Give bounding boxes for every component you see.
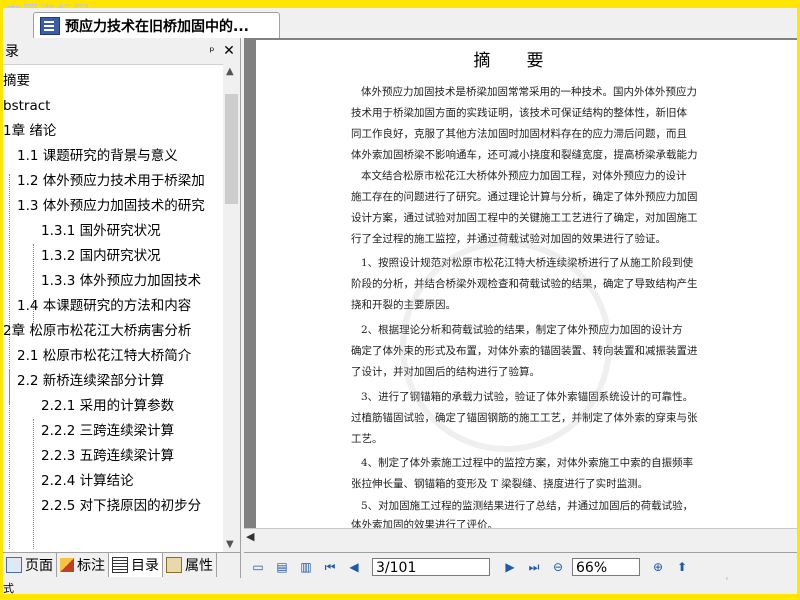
page-text-line: 工艺。 (351, 433, 383, 445)
zoom-field[interactable]: 66% (572, 558, 640, 576)
toc-item-2-2-3[interactable]: 2.2.3 五跨连续梁计算 (41, 445, 174, 467)
page-text-line: 体外索加固的效果进行了评价。 (351, 519, 498, 528)
next-page-icon[interactable]: ▶ (500, 557, 520, 577)
toc-item-2-1[interactable]: 2.1 松原市松花江特大桥简介 (17, 345, 191, 367)
scroll-left-arrow-icon[interactable]: ◀ (246, 530, 254, 543)
document-horizontal-scrollbar[interactable]: ◀ (244, 528, 797, 547)
tab-annotations[interactable]: 标注 (57, 553, 109, 577)
toc-panel-title: 录 (5, 44, 19, 60)
previous-page-icon[interactable]: ◀ (344, 557, 364, 577)
tab-properties[interactable]: 属性 (163, 553, 217, 577)
page-icon (6, 557, 22, 573)
toc-vertical-scrollbar[interactable]: ▲ ▼ (223, 64, 240, 552)
page-text-line: 5、对加固施工过程的监测结果进行了总结，并通过加固后的荷载试验， (361, 500, 694, 512)
toc-scroll-thumb[interactable] (225, 94, 238, 204)
tab-pages-label: 页面 (25, 558, 53, 574)
zoom-out-icon[interactable]: ⊖ (548, 557, 568, 577)
toc-item-1-1[interactable]: 1.1 课题研究的背景与意义 (17, 145, 178, 167)
page-text-line: 设计方案，通过试验对加固工程中的关键施工工艺进行了确定，对加固施工 (351, 212, 698, 224)
document-tab-bar: 预应力技术在旧桥加固中的... (3, 8, 797, 39)
tab-annotations-label: 标注 (77, 558, 105, 574)
bottom-strip: 式 (3, 580, 797, 595)
up-arrow-icon[interactable]: ⬆ (672, 557, 692, 577)
document-tab-title: 预应力技术在旧桥加固中的... (65, 19, 249, 35)
page-text-line: 本文结合松原市松花江大桥体外预应力加固工程，对体外预应力的设计 (361, 170, 687, 182)
properties-icon (166, 557, 182, 573)
zoom-in-icon[interactable]: ⊕ (648, 557, 668, 577)
toc-item-1-4[interactable]: 1.4 本课题研究的方法和内容 (17, 295, 191, 317)
tree-guide-line (33, 419, 34, 549)
first-page-icon[interactable]: ⏮ (320, 557, 340, 577)
two-page-view-icon[interactable]: ▥ (296, 557, 316, 577)
toc-panel: 录 ᵖ ✕ 摘要 bstract 1章 绪论 1.1 课题研究的背景与意义 1.… (3, 38, 241, 578)
toc-item-1-3-1[interactable]: 1.3.1 国外研究状况 (41, 220, 161, 242)
panel-tabs: 页面 标注 目录 属性 (3, 552, 240, 579)
toc-header: 录 ᵖ ✕ (3, 38, 240, 65)
page-text-line: 体外预应力加固技术是桥梁加固常常采用的一种技术。国内外体外预应力 (361, 86, 697, 98)
toc-item-2-2-5[interactable]: 2.2.5 对下挠原因的初步分 (41, 495, 201, 517)
bottom-strip-text: 式 (3, 582, 14, 595)
tab-pages[interactable]: 页面 (3, 553, 57, 577)
scroll-down-arrow-icon[interactable]: ▼ (226, 539, 234, 550)
single-page-view-icon[interactable]: ▭ (248, 557, 268, 577)
tab-toc-label: 目录 (131, 558, 159, 574)
toc-tree: 摘要 bstract 1章 绪论 1.1 课题研究的背景与意义 1.2 体外预应… (3, 64, 223, 552)
page-text-line: 行了全过程的施工监控，并通过荷载试验对加固的效果进行了验证。 (351, 233, 666, 245)
page-text-line: 施工存在的问题进行了研究。通过理论计算与分析，确定了体外预应力加固 (351, 191, 698, 203)
continuous-view-icon[interactable]: ▤ (272, 557, 292, 577)
toc-item-abstract-cn[interactable]: 摘要 (3, 70, 30, 92)
document-icon (40, 17, 60, 35)
toc-item-1-3-2[interactable]: 1.3.2 国内研究状况 (41, 245, 161, 267)
tab-properties-label: 属性 (185, 558, 213, 574)
yellow-frame-top (0, 0, 800, 8)
toc-item-1-3-3[interactable]: 1.3.3 体外预应力加固技术 (41, 270, 201, 292)
page-text-line: 体外索加固桥梁不影响通车，还可减小挠度和裂缝宽度，提高桥梁承载能力 (351, 149, 698, 161)
tab-toc[interactable]: 目录 (109, 553, 163, 577)
toc-item-chapter-1[interactable]: 1章 绪论 (3, 120, 56, 142)
document-tab[interactable]: 预应力技术在旧桥加固中的... (33, 12, 280, 39)
pin-icon[interactable]: ᵖ (204, 44, 220, 58)
pencil-icon (60, 558, 74, 572)
page-text-line: 张拉伸长量、钢锚箱的变形及 T 梁裂缝、挠度进行了实时监测。 (351, 478, 649, 490)
page-text-line: 技术用于桥梁加固方面的实践证明，该技术可保证结构的整体性，新旧体 (351, 107, 687, 119)
toc-item-1-3[interactable]: 1.3 体外预应力加固技术的研究 (17, 195, 205, 217)
page-text-line: 4、制定了体外索施工过程中的监控方案，对体外索施工中索的自振频率 (361, 457, 694, 469)
last-page-icon[interactable]: ⏭ (524, 557, 544, 577)
yellow-frame-bottom (0, 594, 800, 600)
toc-item-2-2-4[interactable]: 2.2.4 计算结论 (41, 470, 134, 492)
toc-item-2-2-2[interactable]: 2.2.2 三跨连续梁计算 (41, 420, 174, 442)
page-number-field[interactable]: 3/101 (372, 558, 490, 576)
page-text-line: 同工作良好，克服了其他方法加固时加固材料存在的应力滞后问题，而且 (351, 128, 687, 140)
toc-item-abstract-en[interactable]: bstract (3, 95, 50, 117)
list-icon (112, 557, 128, 573)
tree-guide-line (9, 369, 10, 549)
toc-item-1-2[interactable]: 1.2 体外预应力技术用于桥梁加 (17, 170, 205, 192)
close-icon[interactable]: ✕ (220, 43, 238, 59)
toc-item-2-2-1[interactable]: 2.2.1 采用的计算参数 (41, 395, 174, 417)
scroll-up-arrow-icon[interactable]: ▲ (226, 66, 234, 77)
toc-item-chapter-2[interactable]: 2章 松原市松花江大桥病害分析 (3, 320, 191, 342)
toc-item-2-2[interactable]: 2.2 新桥连续梁部分计算 (17, 370, 164, 392)
page-heading: 摘要 (473, 51, 580, 71)
